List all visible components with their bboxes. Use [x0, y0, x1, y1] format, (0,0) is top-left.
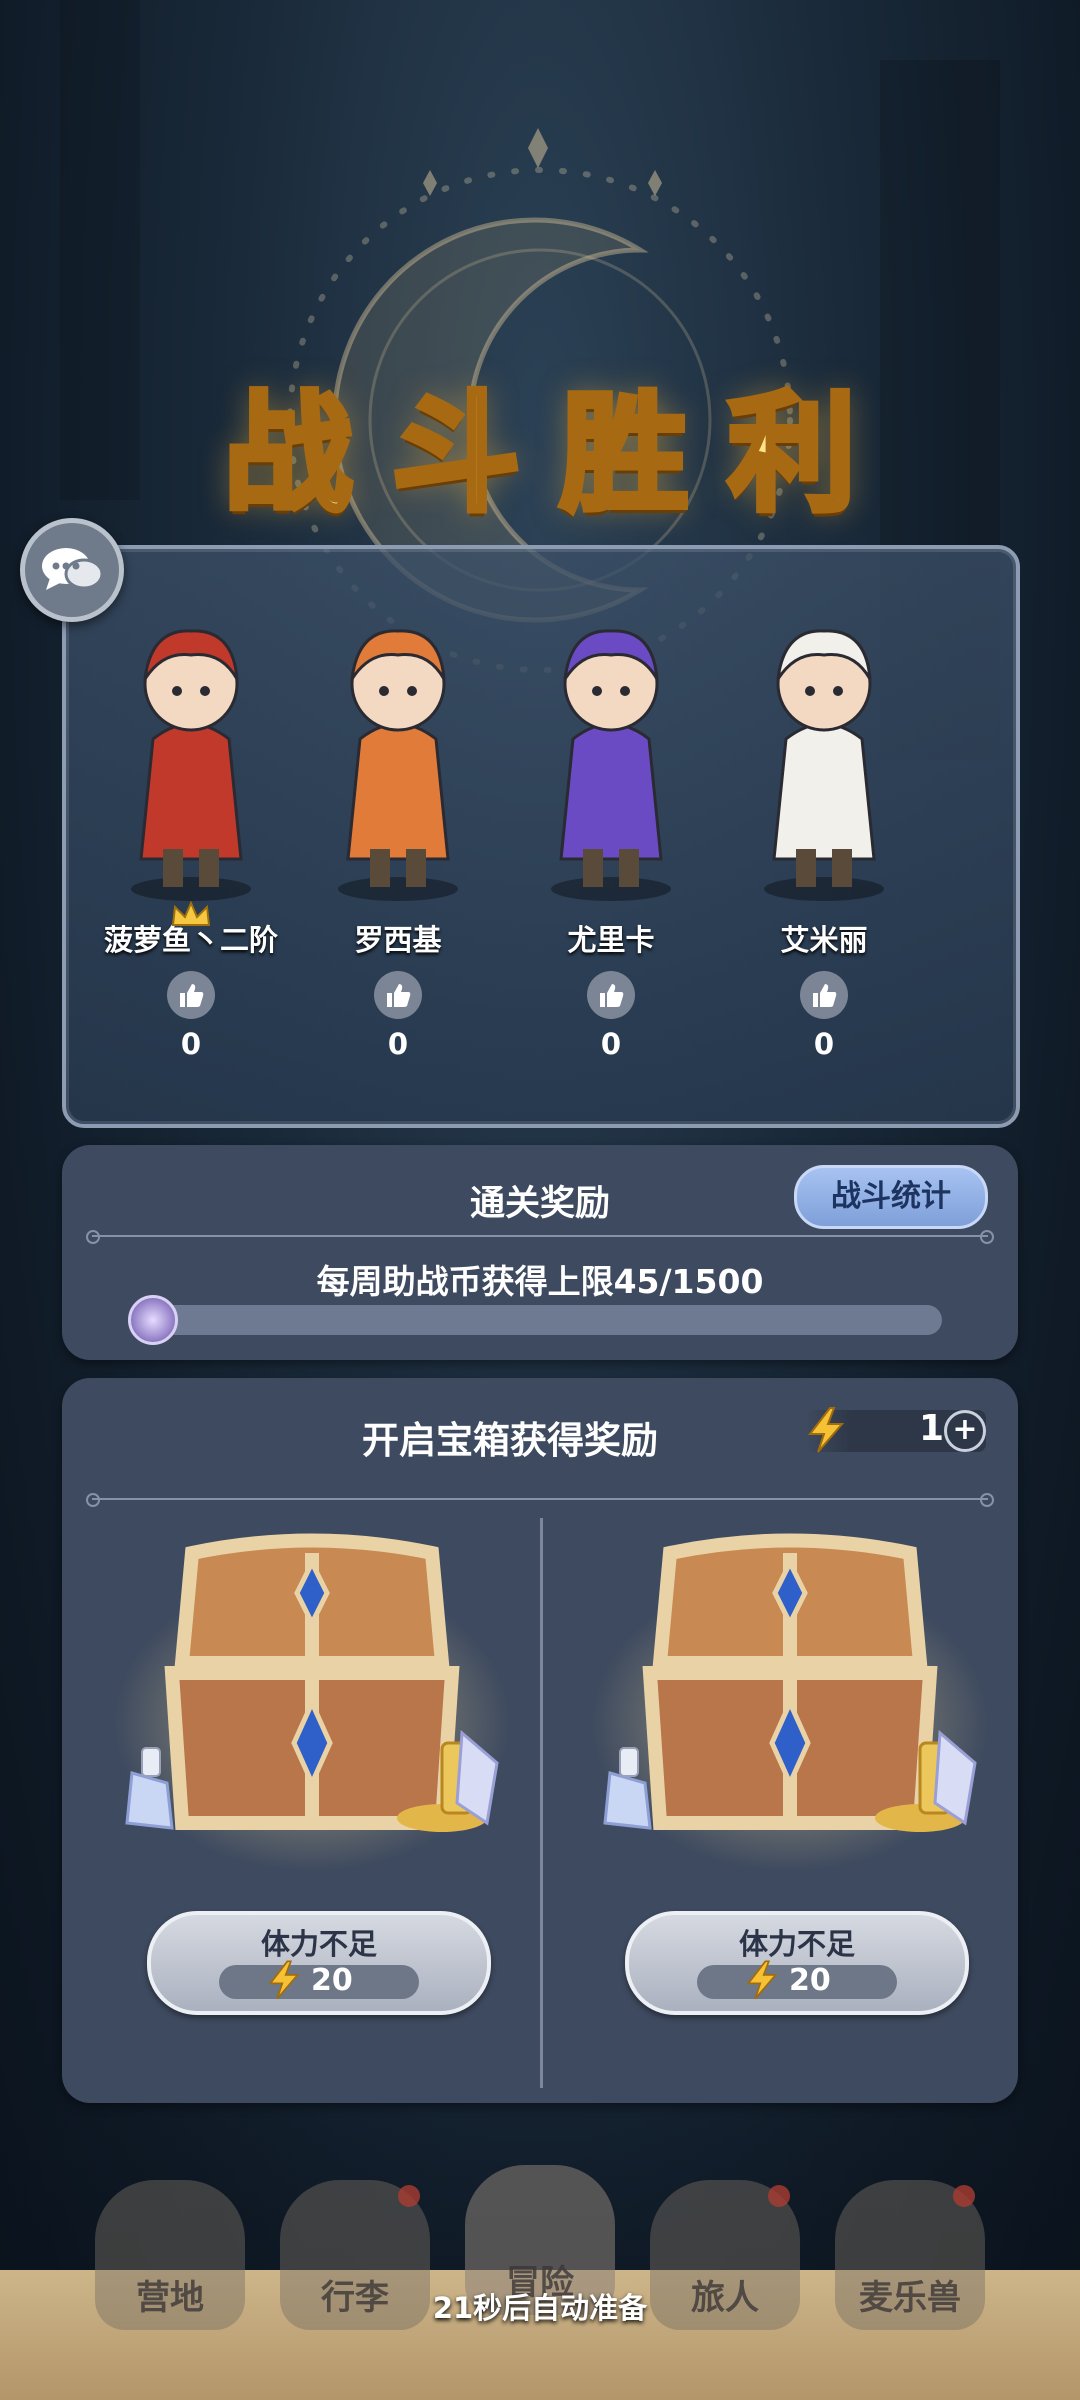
team-panel: 菠萝鱼丶二阶 0 罗西基 0 尤里卡 0 艾米丽 0	[62, 545, 1020, 1128]
battle-stats-button[interactable]: 战斗统计	[794, 1165, 988, 1229]
energy-cost-value: 20	[311, 1963, 353, 1998]
team-member: 尤里卡 0	[511, 589, 711, 1061]
notification-dot	[768, 2185, 790, 2207]
like-button[interactable]	[167, 971, 215, 1019]
assist-coin-icon	[128, 1295, 178, 1345]
like-count: 0	[813, 1027, 835, 1061]
victory-title: 战斗胜利	[221, 377, 896, 532]
like-count: 0	[180, 1027, 202, 1061]
notification-dot	[953, 2185, 975, 2207]
energy-cost: 20	[219, 1960, 419, 2000]
open-chest-button[interactable]: 体力不足 20	[625, 1911, 969, 2015]
like-count: 0	[387, 1027, 409, 1061]
energy-cost: 20	[697, 1960, 897, 2000]
chat-bubbles-icon	[42, 548, 104, 590]
energy-count: 1	[918, 1408, 944, 1449]
energy-cost-value: 20	[789, 1963, 831, 1998]
chest-reward-panel: 开启宝箱获得奖励 1 + 体力不足 20 体力不足 20	[62, 1378, 1018, 2103]
treasure-chest-icon[interactable]	[112, 1533, 512, 1863]
open-chest-label: 体力不足	[738, 1927, 855, 1961]
chest-separator	[540, 1518, 543, 2088]
open-chest-button[interactable]: 体力不足 20	[147, 1911, 491, 2015]
team-member: 艾米丽 0	[724, 589, 924, 1061]
open-chest-label: 体力不足	[260, 1927, 377, 1961]
chest-reward-title: 开启宝箱获得奖励	[362, 1419, 658, 1462]
team-member: 菠萝鱼丶二阶 0	[91, 589, 291, 1061]
member-name: 艾米丽	[780, 923, 868, 957]
lightning-energy-icon	[746, 1960, 778, 2000]
like-button[interactable]	[800, 971, 848, 1019]
clear-reward-panel: 通关奖励 战斗统计 每周助战币获得上限45/1500	[62, 1145, 1018, 1360]
chat-button[interactable]	[20, 518, 124, 622]
lightning-energy-icon	[807, 1407, 845, 1453]
energy-counter: 1 +	[806, 1407, 986, 1453]
character-portrait	[551, 629, 671, 901]
member-name: 尤里卡	[567, 923, 655, 957]
team-member: 罗西基 0	[298, 589, 498, 1061]
add-energy-button[interactable]: +	[944, 1410, 986, 1452]
assist-coin-limit-text: 每周助战币获得上限45/1500	[316, 1262, 764, 1301]
divider	[86, 1493, 994, 1507]
thumbs-up-icon	[600, 984, 624, 1007]
treasure-chest-icon[interactable]	[590, 1533, 990, 1863]
assist-coin-progress-bar	[128, 1295, 942, 1345]
character-portrait	[131, 629, 251, 901]
character-portrait	[764, 629, 884, 901]
thumbs-up-icon	[180, 984, 204, 1007]
auto-ready-countdown: 21秒后自动准备	[432, 2291, 648, 2325]
like-button[interactable]	[587, 971, 635, 1019]
character-portrait	[338, 629, 458, 901]
divider	[86, 1230, 994, 1244]
lightning-energy-icon	[268, 1960, 300, 2000]
thumbs-up-icon	[387, 984, 411, 1007]
member-name: 罗西基	[354, 923, 442, 957]
thumbs-up-icon	[813, 984, 837, 1007]
like-count: 0	[600, 1027, 622, 1061]
like-button[interactable]	[374, 971, 422, 1019]
crown-icon	[171, 901, 211, 926]
notification-dot	[398, 2185, 420, 2207]
